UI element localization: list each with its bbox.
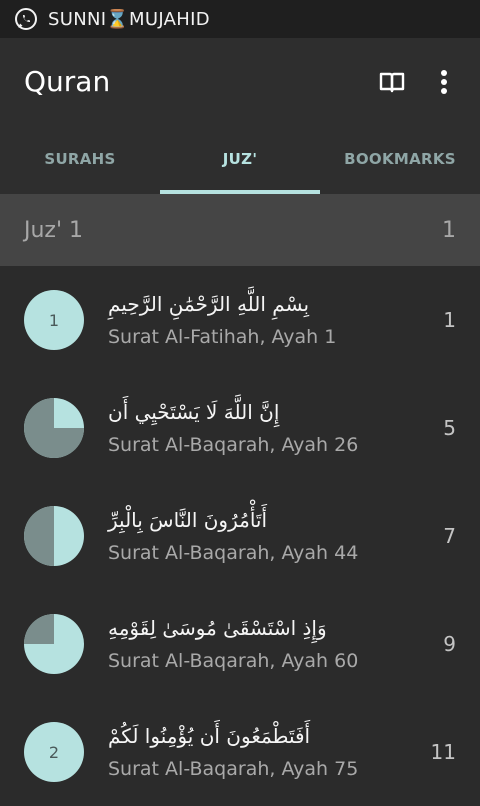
marker-number-label: 1: [24, 290, 84, 350]
app-bar: Quran: [0, 38, 480, 124]
ayah-arabic-text: إِنَّ اللَّهَ لَا يَسْتَحْيِي أَن: [108, 400, 280, 424]
progress-disc-icon: [24, 506, 84, 566]
page-number: 5: [443, 416, 456, 440]
progress-disc-icon: [24, 614, 84, 674]
status-bar: SUNNI⌛MUJAHID: [0, 0, 480, 38]
page-title: Quran: [24, 64, 111, 98]
marker-number-label: 2: [24, 722, 84, 782]
list-item[interactable]: أَتَأْمُرُونَ النَّاسَ بِالْبِرِّ Surat …: [0, 482, 480, 590]
section-title: Juz' 1: [24, 217, 84, 243]
tab-surahs[interactable]: SURAHS: [0, 124, 160, 194]
ayah-arabic-text: أَفَتَطْمَعُونَ أَن يُؤْمِنُوا لَكُمْ: [108, 724, 311, 748]
ayah-reference: Surat Al-Baqarah, Ayah 26: [108, 434, 359, 456]
page-number: 7: [443, 524, 456, 548]
tab-bookmarks[interactable]: BOOKMARKS: [320, 124, 480, 194]
page-number: 9: [443, 632, 456, 656]
disc-remaining-sector: [24, 506, 54, 566]
page-number: 1: [443, 308, 456, 332]
progress-disc-icon: [24, 398, 84, 458]
ayah-arabic-text: وَإِذِ اسْتَسْقَىٰ مُوسَىٰ لِقَوْمِهِ: [108, 616, 327, 640]
three-quarter-marker: [24, 614, 84, 674]
ayah-reference: Surat Al-Baqarah, Ayah 44: [108, 542, 359, 564]
read-button[interactable]: [372, 62, 412, 102]
ayah-marker: 2: [24, 722, 84, 782]
status-text: SUNNI⌛MUJAHID: [48, 8, 210, 30]
open-book-icon: [379, 72, 405, 93]
whatsapp-icon: [15, 8, 37, 30]
ayah-reference: Surat Al-Baqarah, Ayah 75: [108, 758, 359, 780]
overflow-menu-icon: [441, 70, 447, 94]
ayah-reference: Surat Al-Fatihah, Ayah 1: [108, 326, 337, 348]
overflow-menu-button[interactable]: [424, 62, 464, 102]
section-header: Juz' 1 1: [0, 194, 480, 266]
section-page-number: 1: [442, 217, 456, 243]
list-item[interactable]: 2 أَفَتَطْمَعُونَ أَن يُؤْمِنُوا لَكُمْ …: [0, 698, 480, 806]
disc-remaining-sector: [24, 614, 54, 644]
list-item[interactable]: وَإِذِ اسْتَسْقَىٰ مُوسَىٰ لِقَوْمِهِ Su…: [0, 590, 480, 698]
tab-juz[interactable]: JUZ': [160, 124, 320, 194]
quarter-marker: [24, 398, 84, 458]
juz-list: 1 بِسْمِ اللَّهِ الرَّحْمَٰنِ الرَّحِيمِ…: [0, 266, 480, 806]
half-marker: [24, 506, 84, 566]
ayah-reference: Surat Al-Baqarah, Ayah 60: [108, 650, 359, 672]
ayah-marker: 1: [24, 290, 84, 350]
ayah-arabic-text: أَتَأْمُرُونَ النَّاسَ بِالْبِرِّ: [108, 508, 268, 532]
ayah-arabic-text: بِسْمِ اللَّهِ الرَّحْمَٰنِ الرَّحِيمِ: [108, 292, 310, 316]
app-bar-actions: [360, 62, 464, 102]
tab-bar: SURAHS JUZ' BOOKMARKS: [0, 124, 480, 194]
list-item[interactable]: 1 بِسْمِ اللَّهِ الرَّحْمَٰنِ الرَّحِيمِ…: [0, 266, 480, 374]
list-item[interactable]: إِنَّ اللَّهَ لَا يَسْتَحْيِي أَن Surat …: [0, 374, 480, 482]
page-number: 11: [430, 740, 456, 764]
